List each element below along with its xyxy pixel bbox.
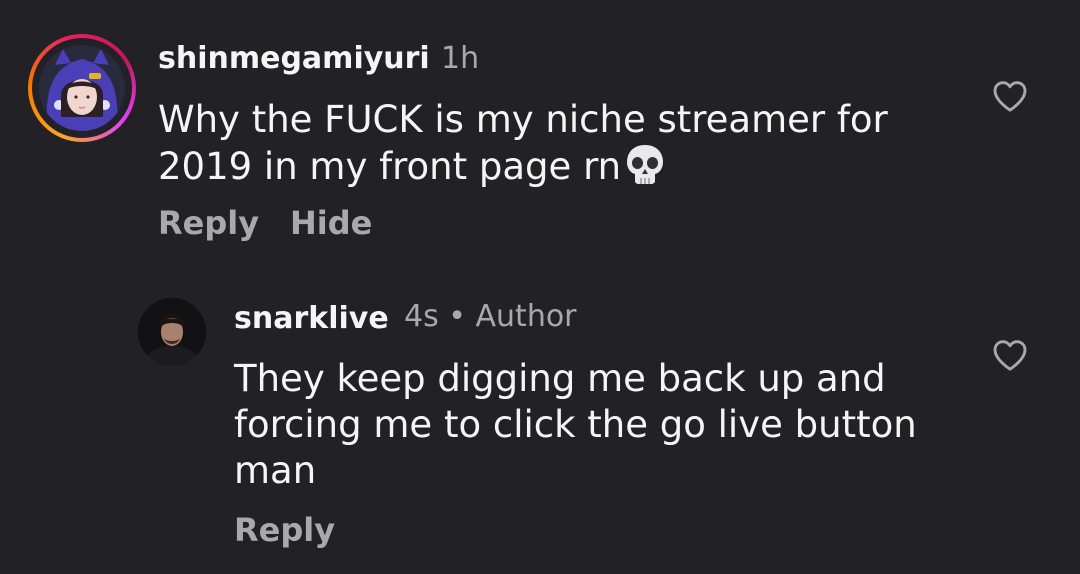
heart-icon[interactable]: [990, 335, 1030, 375]
heart-icon[interactable]: [990, 76, 1030, 116]
reply-time: 4s: [404, 299, 439, 334]
skull-emoji-icon: [625, 143, 665, 185]
reply-text-line: forcing me to click the go live button: [234, 403, 917, 446]
comment-timestamp: 1h: [441, 41, 480, 76]
avatar: [39, 45, 125, 131]
author-badge: Author: [475, 299, 577, 334]
comment-text-line: 2019 in my front page rn: [158, 143, 958, 190]
reply-avatar[interactable]: [138, 298, 206, 366]
reply-text-line: They keep digging me back up and: [234, 357, 886, 400]
reply-text-line: man: [234, 449, 317, 492]
reply-username[interactable]: snarklive: [234, 301, 389, 337]
comment-text-line: Why the FUCK is my niche streamer for: [158, 98, 888, 141]
reply-button[interactable]: Reply: [234, 511, 335, 549]
reply-text: They keep digging me back up and forcing…: [234, 356, 974, 494]
story-ring[interactable]: [28, 34, 136, 142]
avatar-gap: [32, 38, 132, 138]
reply-avatar-image: [138, 298, 206, 366]
reply-timestamp: 4s • Author: [404, 299, 577, 335]
meta-separator: •: [448, 299, 466, 334]
comment-username[interactable]: shinmegamiyuri: [158, 41, 430, 77]
hide-button[interactable]: Hide: [290, 204, 372, 242]
avatar-image: [39, 45, 125, 131]
comment-text-line-content: 2019 in my front page rn: [158, 145, 622, 188]
comment-text: Why the FUCK is my niche streamer for 20…: [158, 97, 958, 190]
reply-button[interactable]: Reply: [158, 204, 259, 242]
